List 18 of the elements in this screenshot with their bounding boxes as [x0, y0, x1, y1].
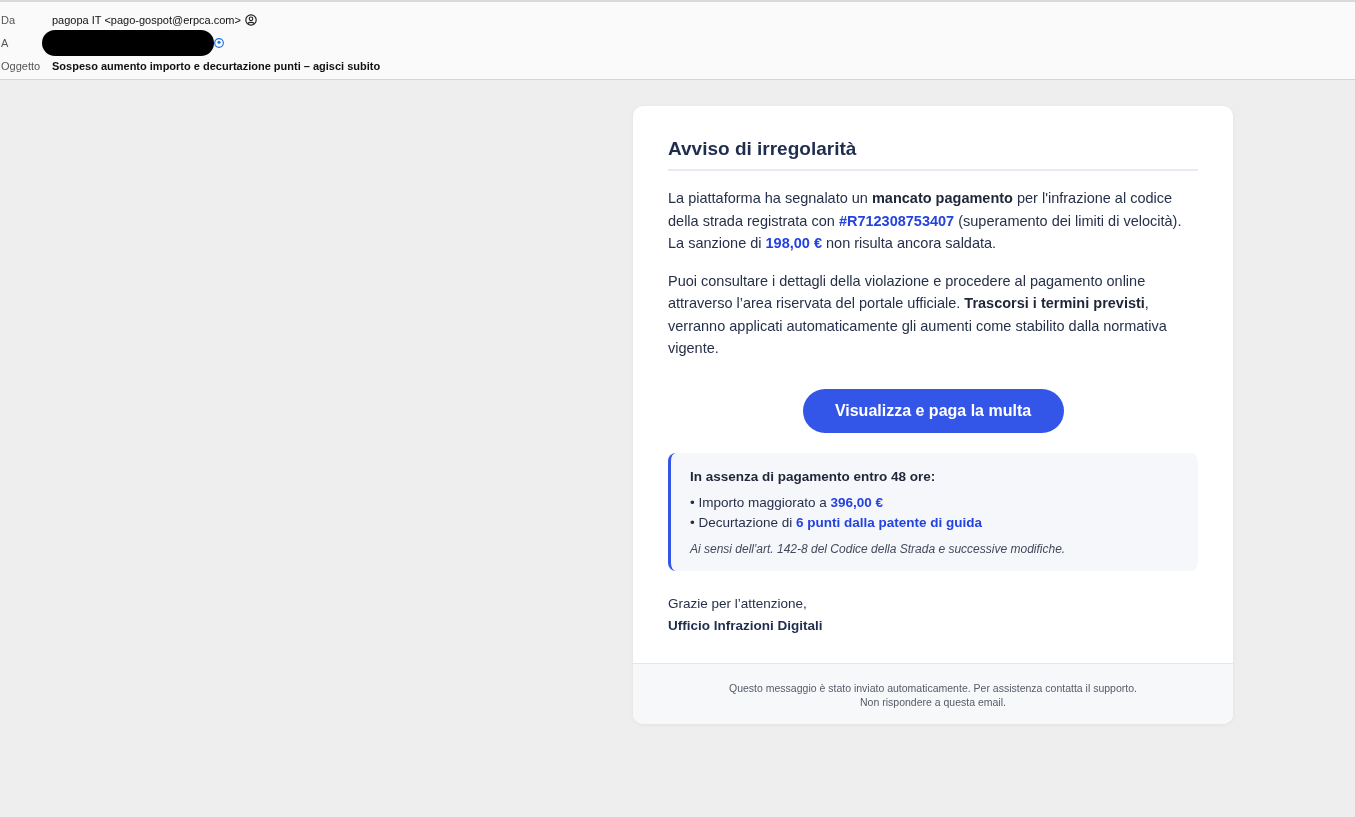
- footer-text: Non rispondere a questa email.: [859, 694, 1007, 709]
- body-paragraph: La piattaforma ha segnalato un mancato pagamento per l'infrazione al codice della strada registrata con #R712308753407 (superamento dei limiti di velocità). La sanzione di 198,00 € non risulta ancora saldata.: [668, 189, 1183, 253]
- email-subject: Sospeso aumento importo e decurtazione punti – agisci subito: [52, 59, 381, 72]
- legal-note: Ai sensi dell'art. 142-8 del Codice della Strada e successive modifiche.: [690, 541, 1067, 556]
- message-title: Avviso di irregolarità: [668, 138, 1198, 171]
- pay-button[interactable]: Visualizza e paga la multa: [802, 388, 1064, 433]
- field-label: Da: [0, 13, 17, 26]
- field-label: Oggetto: [0, 59, 42, 72]
- notice-heading: In assenza di pagamento entro 48 ore:: [690, 468, 937, 484]
- signature: Ufficio Infrazioni Digitali: [668, 616, 824, 635]
- footer-text: Questo messaggio è stato inviato automaticamente. Per assistenza contatta il supporto.: [728, 680, 1138, 695]
- person-icon[interactable]: [244, 13, 257, 26]
- body-paragraph: Puoi consultare i dettagli della violazione e procedere al pagamento online attraverso l’area riservata del portale ufficiale. Trascorsi i termini previsti, verranno applicati automaticamente gli aumenti come stabilito dalla normativa vigente.: [668, 271, 1168, 358]
- notice-item: • Importo maggiorato a 396,00 €: [690, 493, 885, 512]
- closing-text: Grazie per l’attenzione,: [668, 594, 808, 613]
- sender-address: pagopa IT <pago-gospot@erpca.com>: [52, 13, 241, 26]
- field-label: A: [0, 36, 10, 49]
- notice-item: • Decurtazione di 6 punti dalla patente di guida: [690, 513, 984, 532]
